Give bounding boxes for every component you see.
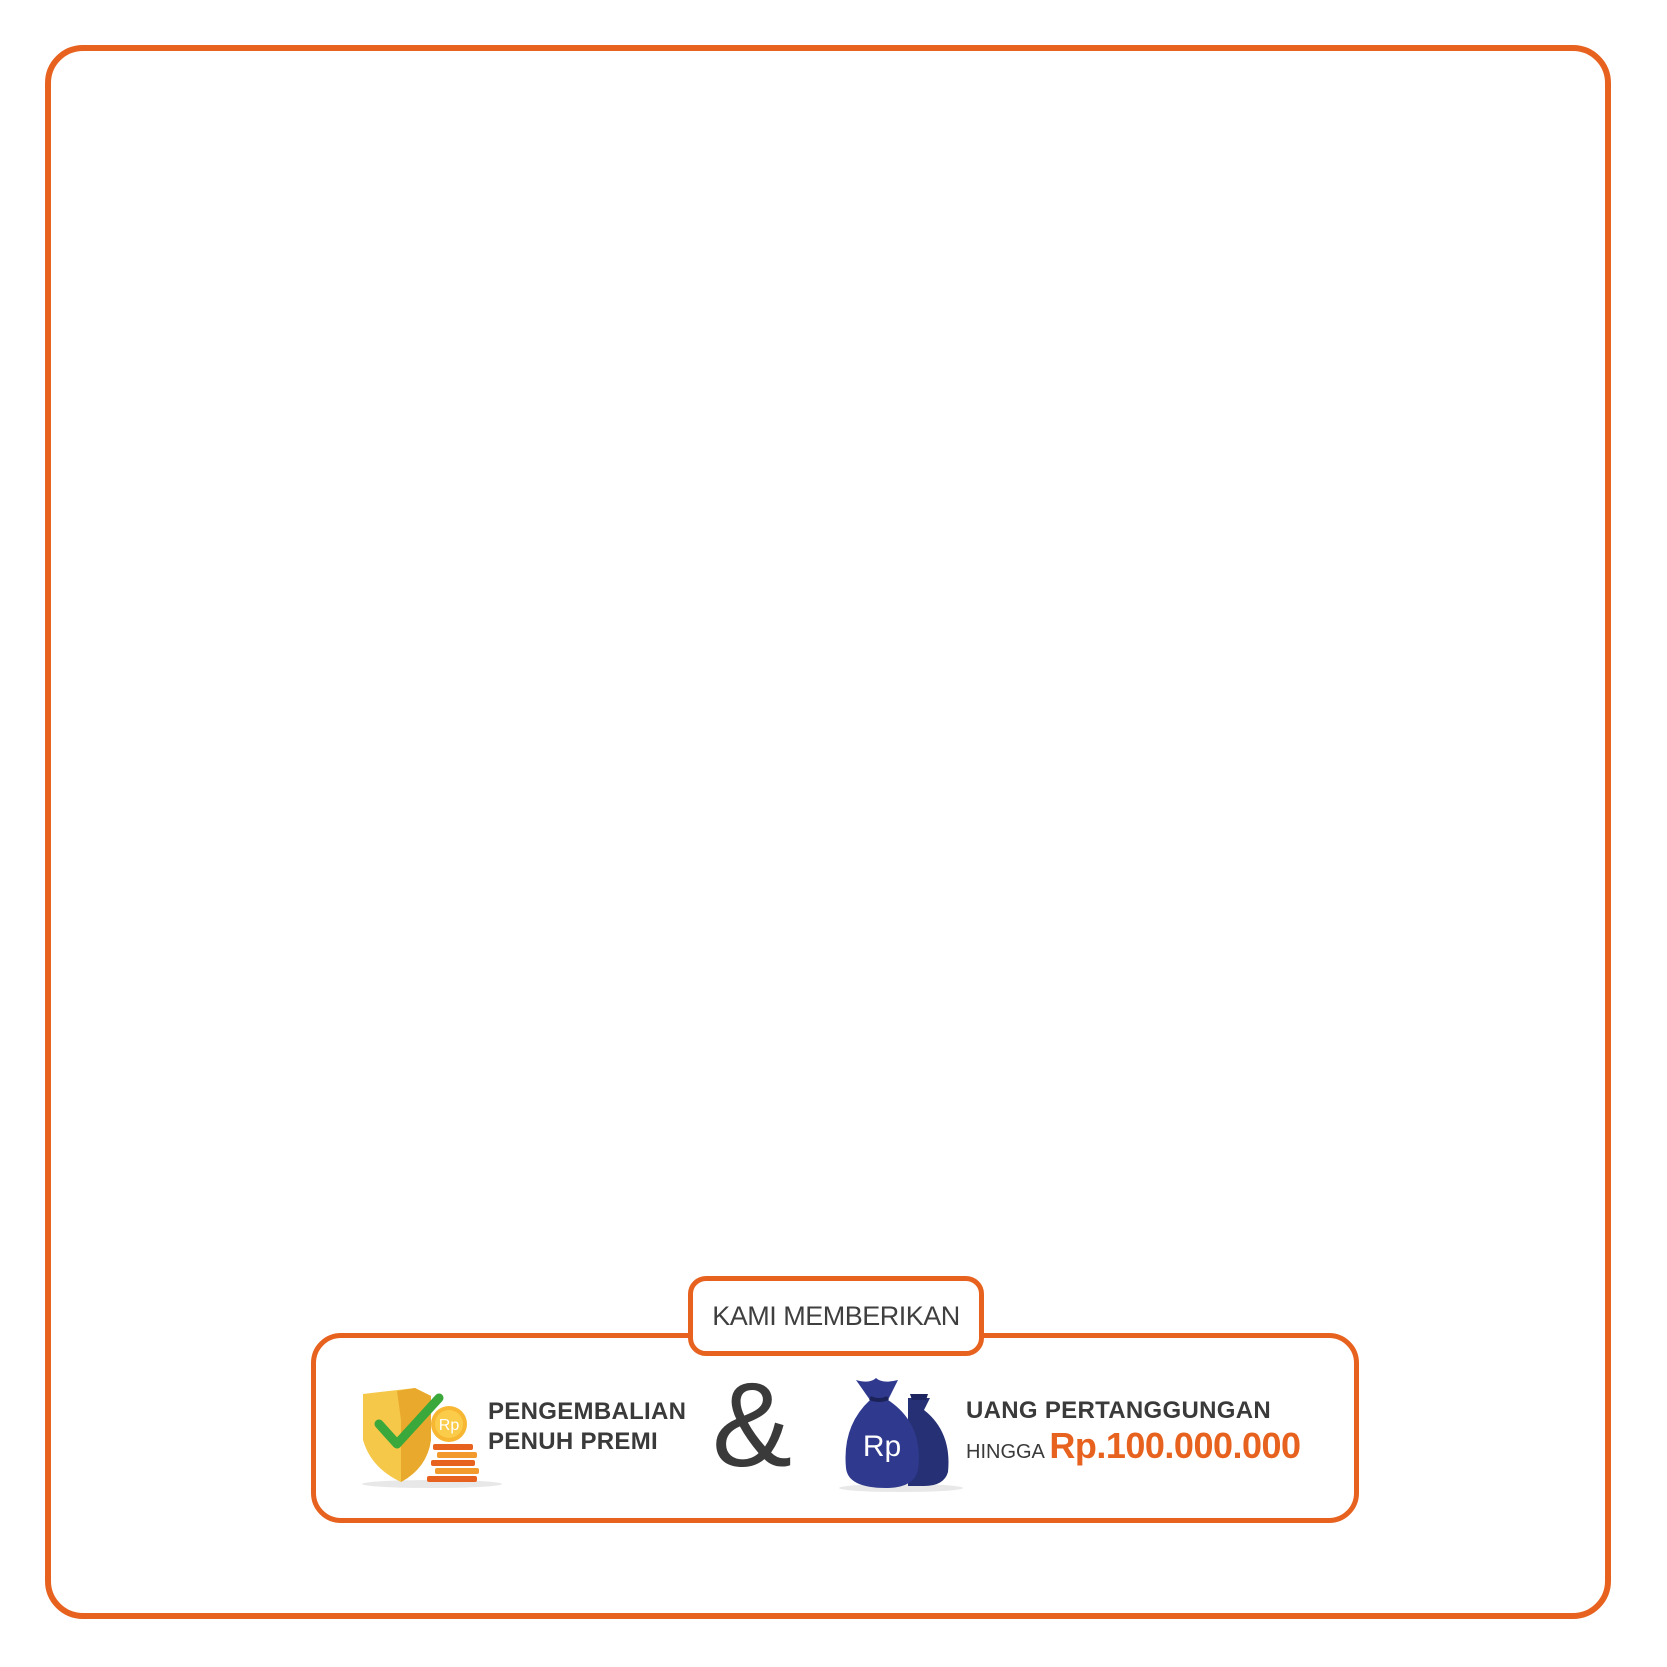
section-header-label: KAMI MEMBERIKAN: [712, 1300, 960, 1331]
sum-assured-prefix: HINGGA: [966, 1441, 1045, 1463]
sum-assured-amount: Rp.100.000.000: [1049, 1425, 1301, 1466]
refund-line1: PENGEMBALIAN: [488, 1398, 687, 1425]
shield-check-coins-icon: Rp: [362, 1388, 502, 1488]
ampersand-separator: &: [712, 1358, 793, 1492]
refund-line2: PENUH PREMI: [488, 1428, 658, 1455]
sum-assured-text: UANG PERTANGGUNGAN HINGGA Rp.100.000.000: [966, 1396, 1301, 1474]
refund-benefit-text: PENGEMBALIAN PENUH PREMI: [488, 1397, 686, 1457]
money-bags-icon: Rp: [839, 1378, 963, 1492]
bag-rp-text: Rp: [863, 1430, 901, 1463]
coin-rp-text: Rp: [439, 1417, 460, 1434]
sum-assured-line2: HINGGA Rp.100.000.000: [966, 1426, 1301, 1474]
sum-assured-line1: UANG PERTANGGUNGAN: [966, 1397, 1271, 1424]
section-header-tag: KAMI MEMBERIKAN: [688, 1276, 984, 1356]
